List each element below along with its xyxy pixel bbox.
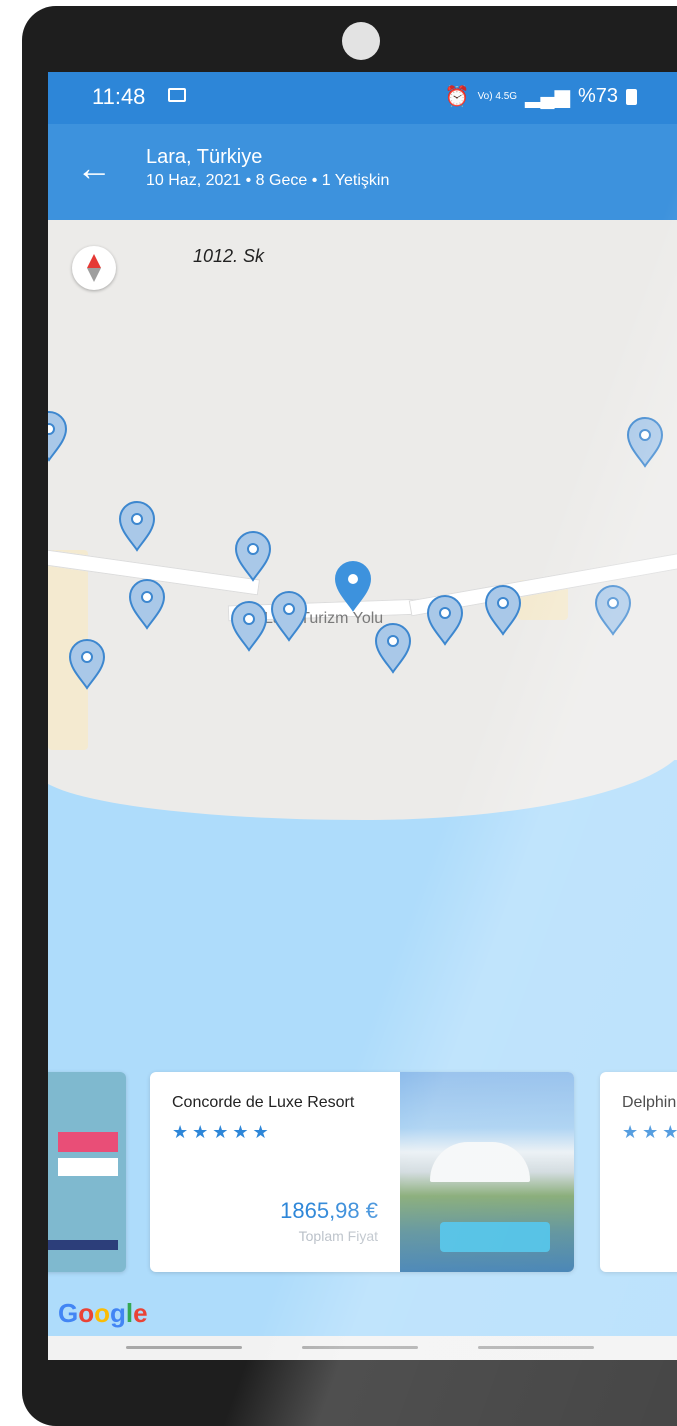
signal-icon: ▂▄▆ bbox=[525, 86, 570, 108]
app-screen: 11:48 ⏰ Vo) 4.5G ▂▄▆ %73 ← Lara, Türkiye… bbox=[48, 72, 677, 1360]
hotel-star-rating: ★★★★★ bbox=[172, 1122, 273, 1142]
search-details-subtitle[interactable]: 10 Haz, 2021 • 8 Gece • 1 Yetişkin bbox=[146, 172, 389, 190]
battery-percent: %73 bbox=[577, 85, 618, 107]
google-logo: Google bbox=[58, 1298, 148, 1329]
image-notification-icon bbox=[168, 88, 186, 102]
hotel-price: 1865,98 € bbox=[280, 1198, 378, 1223]
hotel-map-pin[interactable] bbox=[234, 530, 272, 582]
hotel-map-pin[interactable] bbox=[270, 590, 308, 642]
google-logo-letter: G bbox=[58, 1298, 79, 1328]
hotel-map-pin-selected[interactable] bbox=[334, 560, 372, 612]
hotel-name: Delphin bbox=[622, 1094, 677, 1111]
hotel-name: Concorde de Luxe Resort bbox=[172, 1094, 355, 1111]
hotel-map-pin[interactable] bbox=[230, 600, 268, 652]
front-camera bbox=[342, 22, 380, 60]
hotel-card-next[interactable]: Delphin ★★★ bbox=[600, 1072, 677, 1272]
compass-south-icon bbox=[87, 268, 101, 282]
hotel-map-pin[interactable] bbox=[594, 584, 632, 636]
system-nav-bar bbox=[48, 1336, 677, 1360]
hotel-map-pin[interactable] bbox=[128, 578, 166, 630]
map-land bbox=[48, 220, 677, 760]
hotel-card-previous[interactable] bbox=[48, 1072, 126, 1272]
search-location-title[interactable]: Lara, Türkiye bbox=[146, 146, 262, 169]
app-bar: ← Lara, Türkiye 10 Haz, 2021 • 8 Gece • … bbox=[48, 124, 677, 220]
hotel-map-pin[interactable] bbox=[374, 622, 412, 674]
recent-apps-button[interactable] bbox=[126, 1346, 242, 1349]
network-indicator: Vo) 4.5G bbox=[477, 90, 518, 102]
hotel-map-pin[interactable] bbox=[426, 594, 464, 646]
promo-banner-image bbox=[58, 1132, 118, 1152]
compass-north-icon bbox=[87, 254, 101, 268]
home-button[interactable] bbox=[302, 1346, 418, 1349]
hotel-map-pin[interactable] bbox=[626, 416, 664, 468]
hotel-photo bbox=[400, 1072, 574, 1272]
hotel-pool-image bbox=[440, 1222, 550, 1252]
back-arrow-icon[interactable]: ← bbox=[76, 150, 112, 186]
street-label: 1012. Sk bbox=[193, 246, 265, 266]
hotel-card[interactable]: Concorde de Luxe Resort ★★★★★ 1865,98 € … bbox=[150, 1072, 574, 1272]
hotel-star-rating: ★★★ bbox=[622, 1122, 677, 1142]
hotel-card-carousel[interactable]: Concorde de Luxe Resort ★★★★★ 1865,98 € … bbox=[48, 1072, 677, 1272]
alarm-icon: ⏰ bbox=[444, 86, 470, 108]
hotel-map-pin[interactable] bbox=[118, 500, 156, 552]
google-logo-letter: e bbox=[133, 1298, 148, 1328]
hotel-map-pin[interactable] bbox=[48, 410, 68, 462]
status-time: 11:48 bbox=[92, 84, 146, 109]
compass-button[interactable] bbox=[72, 246, 116, 290]
hotel-building-image bbox=[430, 1142, 530, 1182]
price-label: Toplam Fiyat bbox=[298, 1228, 378, 1244]
battery-icon bbox=[626, 88, 637, 105]
promo-banner-image bbox=[48, 1240, 118, 1250]
google-logo-letter: o bbox=[78, 1298, 95, 1328]
google-logo-letter: g bbox=[110, 1298, 126, 1328]
google-logo-letter: o bbox=[94, 1298, 111, 1328]
back-button[interactable] bbox=[478, 1346, 594, 1349]
hotel-map-pin[interactable] bbox=[484, 584, 522, 636]
phone-frame: 11:48 ⏰ Vo) 4.5G ▂▄▆ %73 ← Lara, Türkiye… bbox=[22, 6, 677, 1426]
status-indicators: ⏰ Vo) 4.5G ▂▄▆ %73 bbox=[445, 84, 637, 109]
status-bar: 11:48 ⏰ Vo) 4.5G ▂▄▆ %73 bbox=[48, 72, 677, 124]
hotel-map-pin[interactable] bbox=[68, 638, 106, 690]
promo-banner-image bbox=[58, 1158, 118, 1176]
